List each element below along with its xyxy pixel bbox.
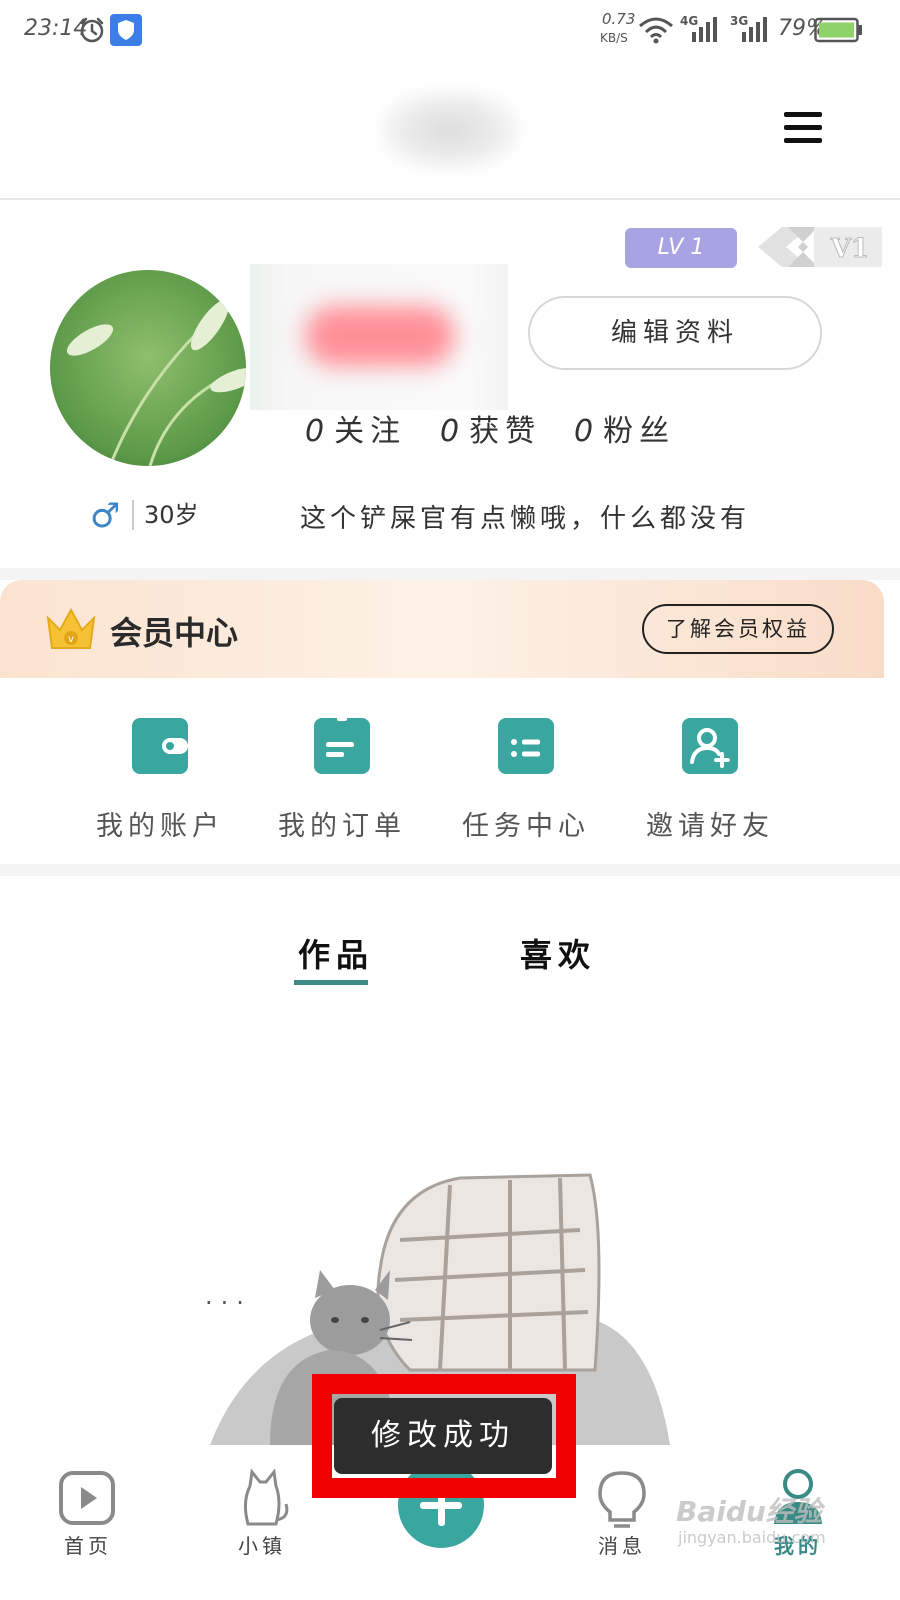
blurred-username bbox=[250, 264, 508, 410]
nav-messages[interactable]: 消息 bbox=[562, 1458, 682, 1600]
toast-message: 修改成功 bbox=[334, 1398, 552, 1474]
tab-works[interactable]: 作品 bbox=[298, 930, 374, 976]
bulb-icon bbox=[598, 1471, 646, 1528]
play-icon bbox=[59, 1471, 115, 1525]
nav-label: 消息 bbox=[598, 1534, 646, 1558]
service-label: 我的账户 bbox=[96, 811, 224, 842]
tab-active-indicator bbox=[294, 980, 368, 985]
service-label: 邀请好友 bbox=[646, 811, 774, 842]
service-label: 我的订单 bbox=[278, 811, 406, 842]
stat-following[interactable]: 0 关注 bbox=[305, 406, 406, 450]
hamburger-menu-icon[interactable] bbox=[784, 112, 822, 144]
service-grid: 我的账户 我的订单 任务中心 邀请好友 bbox=[0, 678, 900, 876]
avatar[interactable] bbox=[50, 270, 246, 466]
crown-icon: v bbox=[46, 607, 96, 649]
stat-likes[interactable]: 0 获赞 bbox=[440, 406, 541, 450]
edit-profile-button[interactable]: 编辑资料 bbox=[528, 296, 822, 370]
member-center-title: 会员中心 bbox=[110, 614, 239, 652]
clipboard-icon bbox=[314, 714, 370, 774]
male-icon: ♂ bbox=[90, 496, 121, 536]
service-my-account[interactable]: 我的账户 bbox=[68, 678, 252, 868]
wallet-icon bbox=[132, 718, 188, 774]
member-center-banner[interactable]: v 会员中心 了解会员权益 bbox=[0, 580, 884, 678]
blurred-logo bbox=[380, 90, 520, 170]
network-speed-value: 0.73 bbox=[602, 10, 636, 28]
wifi-icon bbox=[639, 17, 673, 44]
profile-section: LV 1 V1 编辑资料 0 关注 0 获赞 0 粉丝 ♂ 30岁 这个铲屎官有… bbox=[0, 200, 900, 585]
stat-fans[interactable]: 0 粉丝 bbox=[574, 406, 675, 450]
service-my-orders[interactable]: 我的订单 bbox=[250, 678, 434, 868]
watermark-url: jingyan.baidu.com bbox=[678, 1528, 826, 1547]
stat-likes-label: 获赞 bbox=[469, 414, 542, 449]
vip-badge: V1 bbox=[758, 226, 884, 268]
watermark: Baidu经验 bbox=[676, 1495, 822, 1528]
vip-badge-label: V1 bbox=[830, 234, 869, 264]
nav-label: 首页 bbox=[64, 1534, 112, 1558]
bio-text: 这个铲屎官有点懒哦，什么都没有 bbox=[300, 504, 751, 534]
alarm-icon bbox=[80, 17, 104, 43]
stat-following-count: 0 bbox=[305, 414, 331, 449]
divider bbox=[0, 568, 900, 580]
tab-likes[interactable]: 喜欢 bbox=[520, 930, 596, 976]
network-speed-unit: KB/S bbox=[600, 31, 628, 45]
service-label: 任务中心 bbox=[462, 811, 590, 842]
signal-icon bbox=[692, 17, 717, 42]
stat-fans-count: 0 bbox=[574, 414, 600, 449]
app-header bbox=[0, 62, 900, 200]
age-label: 30岁 bbox=[132, 500, 199, 530]
member-benefits-button[interactable]: 了解会员权益 bbox=[642, 604, 834, 654]
stat-following-label: 关注 bbox=[334, 414, 407, 449]
cat-icon bbox=[243, 1468, 289, 1526]
task-list-icon bbox=[498, 714, 554, 774]
nav-home[interactable]: 首页 bbox=[28, 1458, 148, 1600]
add-friend-icon bbox=[682, 718, 738, 774]
signal-icon bbox=[742, 17, 767, 42]
status-bar: 23:14 0.73 KB/S 4G 3G 79% bbox=[0, 0, 900, 62]
shield-icon bbox=[110, 14, 142, 46]
stat-fans-label: 粉丝 bbox=[603, 414, 676, 449]
battery-icon bbox=[814, 17, 862, 43]
nav-town[interactable]: 小镇 bbox=[202, 1458, 322, 1600]
level-badge: LV 1 bbox=[625, 228, 737, 268]
stat-likes-count: 0 bbox=[440, 414, 466, 449]
nav-label: 小镇 bbox=[238, 1534, 286, 1558]
svg-text:v: v bbox=[68, 634, 74, 645]
service-task-center[interactable]: 任务中心 bbox=[434, 678, 618, 868]
service-invite-friends[interactable]: 邀请好友 bbox=[618, 678, 802, 868]
